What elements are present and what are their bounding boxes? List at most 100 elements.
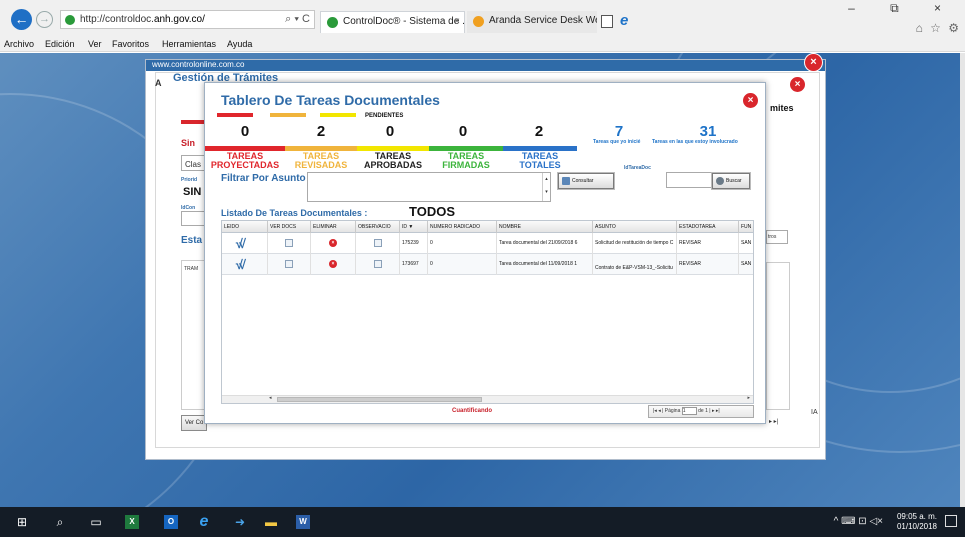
home-favorites-settings-icon[interactable]: ⌂ ☆ ⚙ [916,21,961,35]
pager-prev-icon[interactable]: |◂ ◂ | [653,408,663,414]
tab-tareas-revisadas[interactable]: TAREAS REVISADAS [285,152,357,170]
clock-time: 09:05 a. m. [896,512,937,521]
outlook-icon[interactable]: O [164,515,178,529]
cell-id: 173697 [400,254,428,275]
eliminar-icon[interactable]: × [329,260,337,268]
cell-radicado: 0 [428,233,497,254]
app-arrow-icon[interactable]: ➜ [231,514,249,530]
table-row[interactable]: √√ × 175239 0 Tarea documental del 21/09… [222,233,753,254]
col-ver-docs[interactable]: VER DOCS [268,221,311,233]
col-observacio[interactable]: OBSERVACIO [356,221,400,233]
clock-date: 01/10/2018 [896,522,937,531]
page-scrollbar[interactable] [960,53,965,507]
list-label: Listado De Tareas Documentales : [221,208,368,218]
outer-close-icon[interactable]: × [805,54,822,71]
address-search-refresh-icon[interactable]: ⌕ ▾ C [285,13,310,26]
scroll-right-icon[interactable]: ▸ [747,395,750,401]
cell-estado: REVISAR [677,254,739,275]
cell-fun: SAN [739,233,753,254]
search-icon[interactable]: ⌕ [52,514,68,530]
count-totales: 2 [534,123,544,140]
count-firmadas: 0 [458,123,468,140]
menu-herramientas[interactable]: Herramientas [162,39,216,49]
col-estadotarea[interactable]: ESTADOTAREA [677,221,739,233]
menu-archivo[interactable]: Archivo [4,39,34,49]
tab-controldoc[interactable]: ControlDoc® - Sistema de ... × [320,11,465,33]
cell-nombre: Tarea documental del 21/09/2018 6 [497,233,593,254]
count-iniciadas[interactable]: 7 [609,123,629,140]
scroll-left-icon[interactable]: ◂ [269,395,272,401]
outer-idcon-field[interactable] [181,211,205,226]
tab-close-icon[interactable]: × [454,12,460,32]
pager-page-input[interactable]: 1 [681,406,697,415]
table-row[interactable]: √√ × 173697 0 Tarea documental del 11/09… [222,254,753,275]
file-explorer-icon[interactable]: ▬ [262,514,280,530]
filter-label: Filtrar Por Asunto : [221,173,312,184]
col-eliminar[interactable]: ELIMINAR [311,221,356,233]
ver-docs-icon[interactable] [285,239,293,247]
dialog-close-icon[interactable]: × [743,93,758,108]
count-aprobadas: 0 [385,123,395,140]
aranda-favicon-icon [473,16,484,27]
new-tab-icon[interactable] [601,15,613,28]
tab-tareas-totales[interactable]: TAREAS TOTALES [503,152,577,170]
menu-edicion[interactable]: Edición [45,39,75,49]
scroll-thumb[interactable] [277,397,482,402]
col-numero-radicado[interactable]: NUMERO RADICADO [428,221,497,233]
outer-frag-sin-value: SIN [183,186,202,198]
cell-radicado: 0 [428,254,497,275]
leido-check-icon[interactable]: √√ [235,257,245,272]
binoculars-icon [716,177,724,185]
menu-ver[interactable]: Ver [88,39,102,49]
taskbar-clock[interactable]: 09:05 a. m. 01/10/2018 [897,512,937,532]
filter-spin-icon[interactable]: ▴ ▾ [542,173,550,201]
tareas-grid: LEIDO VER DOCS ELIMINAR OBSERVACIO ID ▼ … [221,220,754,404]
col-asunto[interactable]: ASUNTO [593,221,677,233]
address-bar[interactable]: http://controldoc.anh.gov.co/ ⌕ ▾ C [60,10,315,29]
buscar-button[interactable]: Buscar [712,173,750,189]
start-icon[interactable]: ⊞ [14,514,30,530]
forward-button[interactable]: → [36,11,53,28]
caption-iniciadas[interactable]: Tareas que yo inicié [593,139,640,145]
menu-ayuda[interactable]: Ayuda [227,39,252,49]
observacion-icon[interactable] [374,260,382,268]
internet-explorer-icon[interactable]: e [195,514,213,530]
observacion-icon[interactable] [374,239,382,247]
task-view-icon[interactable]: ▭ [88,514,104,530]
cell-fun: SAN [739,254,753,275]
gestion-close-icon[interactable]: × [790,77,805,92]
pager-next-icon[interactable]: | ▸ ▸| [709,408,719,414]
count-involucrado[interactable]: 31 [695,123,721,140]
col-leido[interactable]: LEIDO [222,221,268,233]
excel-icon[interactable]: X [125,515,139,529]
count-revisadas: 2 [316,123,326,140]
system-tray-icons[interactable]: ^ ⌨ ⊡ ◁× [834,516,883,527]
idtarea-input[interactable] [666,172,716,188]
col-fun[interactable]: FUN [739,221,753,233]
cell-asunto: Contrato de E&P-VSM-13_-Solicitu [593,254,677,275]
consultar-button[interactable]: Consultar [558,173,614,189]
word-icon[interactable]: W [296,515,310,529]
ver-docs-icon[interactable] [285,260,293,268]
menu-favoritos[interactable]: Favoritos [112,39,149,49]
tab-aranda[interactable]: Aranda Service Desk Web Editi... [467,11,597,33]
tab-tareas-aprobadas[interactable]: TAREAS APROBADAS [357,152,429,170]
pager-page-label: Página [664,408,681,414]
back-button[interactable]: ← [11,9,32,30]
window-controls[interactable]: – ⧉ × [848,1,957,16]
tab-tareas-firmadas[interactable]: TAREAS FIRMADAS [429,152,503,170]
eliminar-icon[interactable]: × [329,239,337,247]
outer-frag-mites: mites [770,103,794,113]
grid-horizontal-scrollbar[interactable]: ◂ ▸ [222,395,753,403]
dialog-title: Tablero De Tareas Documentales [221,92,440,108]
notifications-icon[interactable] [945,515,957,527]
caption-involucrado[interactable]: Tareas en las que estoy involucrado [652,139,738,145]
ie-logo-icon[interactable]: e [620,12,628,29]
leido-check-icon[interactable]: √√ [235,236,245,251]
col-nombre[interactable]: NOMBRE [497,221,593,233]
outer-pager-frag[interactable]: ▸ ▸| [769,418,778,425]
outer-frag-tros: tros [768,234,777,240]
tab-tareas-proyectadas[interactable]: TAREAS PROYECTADAS [205,152,285,170]
col-id[interactable]: ID ▼ [400,221,428,233]
filter-asunto-input[interactable]: ▴ ▾ [307,172,551,202]
